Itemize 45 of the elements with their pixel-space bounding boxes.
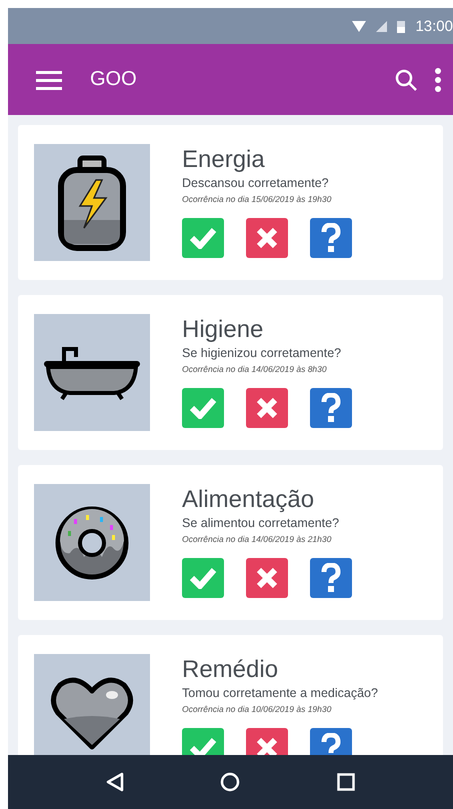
occurrence-date: Ocorrência no dia 10/06/2019 às 19h30 xyxy=(182,704,332,714)
status-time: 13:00 xyxy=(415,18,453,34)
close-icon xyxy=(256,227,278,250)
card-title: Remédio xyxy=(182,656,280,684)
check-icon xyxy=(189,737,217,755)
check-icon xyxy=(189,567,217,590)
unknown-button[interactable] xyxy=(310,558,352,598)
occurrence-date: Ocorrência no dia 14/06/2019 às 8h30 xyxy=(182,364,328,374)
more-options-icon[interactable] xyxy=(435,68,441,92)
no-button[interactable] xyxy=(246,218,288,258)
wifi-icon xyxy=(352,20,366,32)
card-question: Descansou corretamente? xyxy=(182,176,330,190)
bathtub-icon xyxy=(42,344,142,400)
home-icon[interactable] xyxy=(220,772,240,792)
menu-icon[interactable] xyxy=(36,70,62,90)
question-mark-icon xyxy=(321,223,341,254)
card-title: Energia xyxy=(182,146,266,174)
donut-icon xyxy=(54,504,130,580)
question-mark-icon xyxy=(321,563,341,594)
card-title: Alimentação xyxy=(182,486,316,514)
heart-icon xyxy=(50,674,134,750)
card-title: Higiene xyxy=(182,316,264,344)
battery-status-icon xyxy=(397,20,406,32)
occurrence-date: Ocorrência no dia 14/06/2019 às 21h30 xyxy=(182,534,332,544)
check-icon xyxy=(189,397,217,420)
close-icon xyxy=(256,567,278,590)
question-mark-icon xyxy=(321,733,341,755)
question-mark-icon xyxy=(321,393,341,424)
card-question: Tomou corretamente a medicação? xyxy=(182,686,378,700)
recent-apps-icon[interactable] xyxy=(336,773,355,791)
unknown-button[interactable] xyxy=(310,388,352,428)
card-question: Se higienizou corretamente? xyxy=(182,346,342,360)
check-icon xyxy=(189,227,217,250)
back-icon[interactable] xyxy=(106,772,124,792)
battery-icon xyxy=(56,154,128,252)
signal-icon xyxy=(376,20,388,32)
occurrence-date: Ocorrência no dia 15/06/2019 às 19h30 xyxy=(182,194,332,204)
unknown-button[interactable] xyxy=(310,218,352,258)
close-icon xyxy=(256,397,278,420)
search-icon[interactable] xyxy=(395,68,417,90)
close-icon xyxy=(256,737,278,755)
app-title: GOO xyxy=(90,68,138,91)
no-button[interactable] xyxy=(246,558,288,598)
no-button[interactable] xyxy=(246,388,288,428)
card-question: Se alimentou corretamente? xyxy=(182,516,340,530)
